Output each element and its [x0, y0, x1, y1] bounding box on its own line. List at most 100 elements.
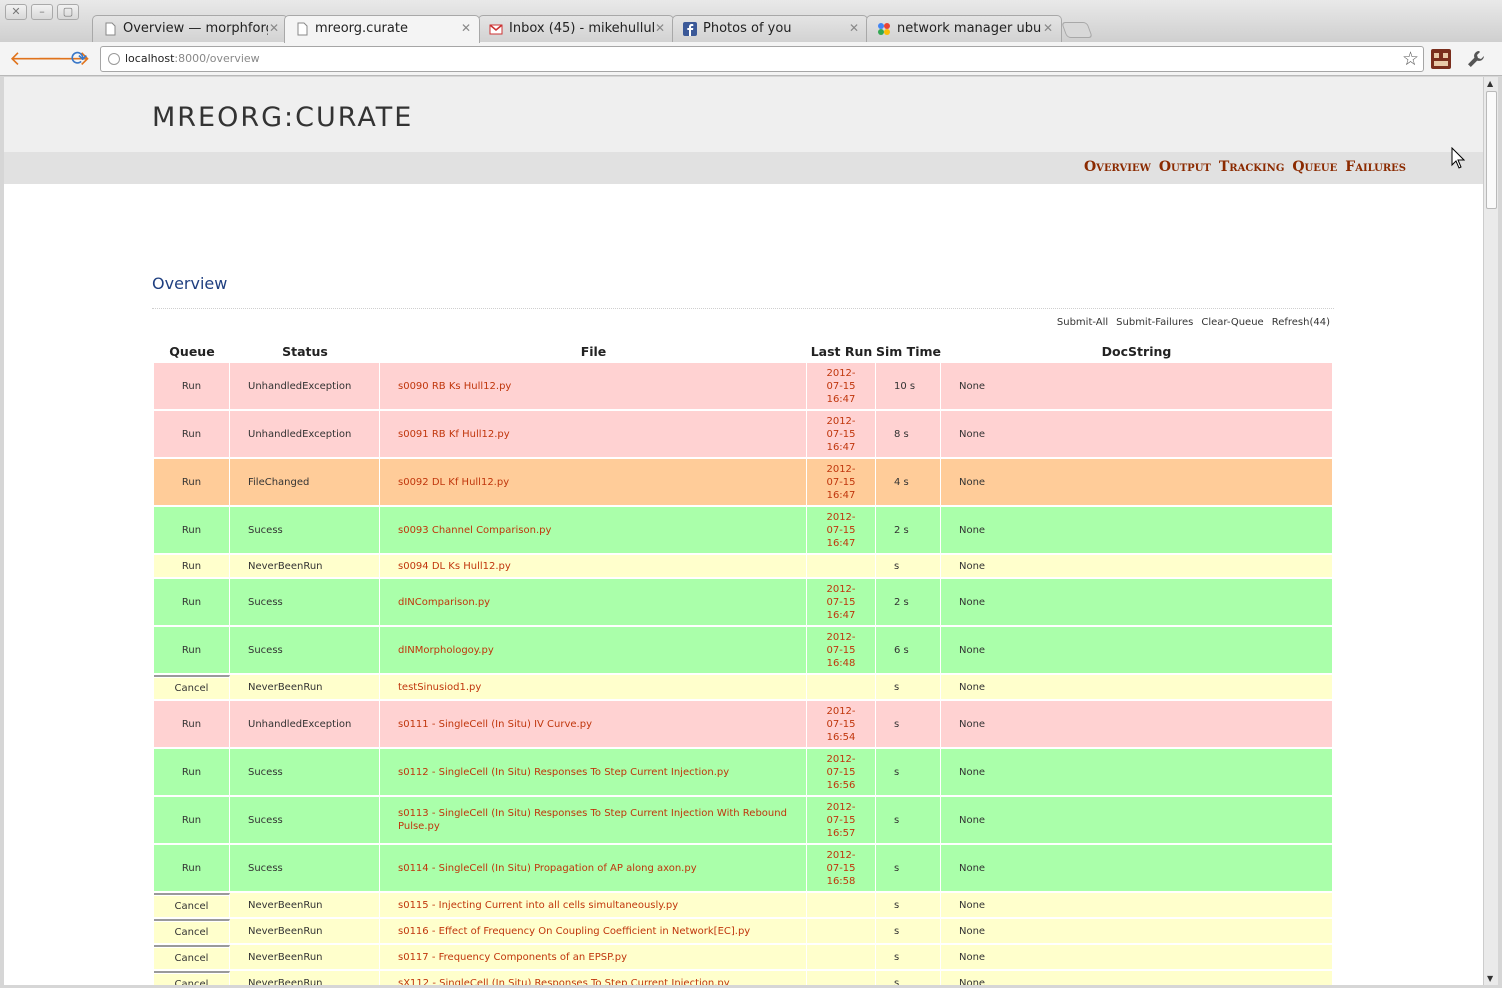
bookmark-star-icon[interactable]: ☆: [1402, 48, 1419, 70]
run-button[interactable]: Run: [154, 749, 230, 795]
tab-inbox[interactable]: Inbox (45) - mikehulluk ✕: [478, 15, 674, 42]
file-link[interactable]: s0116 - Effect of Frequency On Coupling …: [380, 919, 807, 943]
extension-icon[interactable]: [1431, 49, 1451, 69]
last-run-link[interactable]: [807, 971, 876, 985]
sim-time-cell: s: [876, 919, 941, 943]
last-run-link[interactable]: [807, 945, 876, 969]
table-row: Run FileChanged s0092 DL Kf Hull12.py 2012-…: [154, 459, 1332, 507]
file-link[interactable]: s0091 RB Kf Hull12.py: [380, 411, 807, 457]
file-link[interactable]: testSinusiod1.py: [380, 675, 807, 699]
status-cell: NeverBeenRun: [230, 971, 380, 985]
refresh-link[interactable]: Refresh(44): [1272, 317, 1330, 328]
tab-network-manager[interactable]: network manager ubuntu ✕: [866, 15, 1062, 42]
submit-failures-link[interactable]: Submit-Failures: [1116, 317, 1193, 328]
cancel-button[interactable]: Cancel: [154, 893, 230, 917]
run-button[interactable]: Run: [154, 363, 230, 409]
new-tab-button[interactable]: [1061, 22, 1093, 38]
status-cell: Sucess: [230, 797, 380, 843]
status-cell: UnhandledException: [230, 411, 380, 457]
address-bar[interactable]: localhost:8000/overview ☆: [100, 46, 1424, 72]
run-button[interactable]: Run: [154, 797, 230, 843]
nav-tracking[interactable]: Tracking: [1219, 159, 1285, 175]
run-button[interactable]: Run: [154, 579, 230, 625]
last-run-link[interactable]: [807, 893, 876, 917]
file-link[interactable]: dINMorphologoy.py: [380, 627, 807, 673]
page-viewport: MREORG:CURATE Overview Output Tracking Q…: [4, 77, 1483, 985]
run-button[interactable]: Run: [154, 627, 230, 673]
run-button[interactable]: Run: [154, 555, 230, 577]
vertical-scrollbar[interactable]: ▲ ▼: [1483, 77, 1498, 985]
run-button[interactable]: Run: [154, 845, 230, 891]
nav-output[interactable]: Output: [1159, 159, 1211, 175]
tab-overview-morphforge[interactable]: Overview — morphforge ✕: [92, 15, 288, 42]
window-close-button[interactable]: ✕: [5, 4, 27, 20]
file-link[interactable]: sX112 - SingleCell (In Situ) Responses T…: [380, 971, 807, 985]
file-link[interactable]: s0113 - SingleCell (In Situ) Responses T…: [380, 797, 807, 843]
nav-overview[interactable]: Overview: [1084, 159, 1151, 175]
file-link[interactable]: s0094 DL Ks Hull12.py: [380, 555, 807, 577]
clear-queue-link[interactable]: Clear-Queue: [1201, 317, 1263, 328]
run-button[interactable]: Run: [154, 459, 230, 505]
run-button[interactable]: Run: [154, 507, 230, 553]
file-link[interactable]: s0090 RB Ks Hull12.py: [380, 363, 807, 409]
file-link[interactable]: s0115 - Injecting Current into all cells…: [380, 893, 807, 917]
last-run-link[interactable]: 2012- 07-15 16:47: [807, 459, 876, 505]
last-run-link[interactable]: 2012- 07-15 16:47: [807, 363, 876, 409]
last-run-link[interactable]: [807, 555, 876, 577]
window-maximize-button[interactable]: ▢: [57, 4, 79, 20]
reload-button[interactable]: ⟳: [67, 47, 91, 71]
sim-time-cell: s: [876, 749, 941, 795]
tab-close-icon[interactable]: ✕: [269, 21, 279, 35]
docstring-cell: None: [959, 644, 986, 656]
cancel-button[interactable]: Cancel: [154, 945, 230, 969]
run-button[interactable]: Run: [154, 701, 230, 747]
submit-all-link[interactable]: Submit-All: [1057, 317, 1108, 328]
file-link[interactable]: s0093 Channel Comparison.py: [380, 507, 807, 553]
last-run-link[interactable]: 2012- 07-15 16:47: [807, 579, 876, 625]
scroll-up-icon[interactable]: ▲: [1487, 79, 1493, 88]
window-minimize-button[interactable]: –: [31, 4, 53, 20]
status-cell: NeverBeenRun: [230, 555, 380, 577]
file-link[interactable]: s0111 - SingleCell (In Situ) IV Curve.py: [380, 701, 807, 747]
status-cell: Sucess: [230, 507, 380, 553]
site-nav: Overview Output Tracking Queue Failures: [4, 152, 1483, 184]
status-cell: NeverBeenRun: [230, 945, 380, 969]
last-run-link[interactable]: 2012- 07-15 16:57: [807, 797, 876, 843]
tab-close-icon[interactable]: ✕: [849, 21, 859, 35]
last-run-link[interactable]: 2012- 07-15 16:47: [807, 411, 876, 457]
nav-queue[interactable]: Queue: [1292, 159, 1337, 175]
back-button[interactable]: 🡐: [9, 47, 63, 71]
last-run-link[interactable]: 2012- 07-15 16:58: [807, 845, 876, 891]
file-link[interactable]: dINComparison.py: [380, 579, 807, 625]
table-row: Run Sucess dINMorphologoy.py 2012- 07-15 16…: [154, 627, 1332, 675]
tab-photos[interactable]: Photos of you ✕: [672, 15, 868, 42]
last-run-link[interactable]: [807, 919, 876, 943]
header-file: File: [580, 344, 607, 359]
forward-button[interactable]: 🡒: [37, 47, 91, 71]
last-run-link[interactable]: 2012- 07-15 16:48: [807, 627, 876, 673]
docstring-cell: None: [959, 681, 986, 693]
last-run-link[interactable]: 2012- 07-15 16:56: [807, 749, 876, 795]
wrench-menu-icon[interactable]: [1466, 49, 1486, 69]
url-path: :8000/overview: [174, 52, 260, 65]
last-run-link[interactable]: 2012- 07-15 16:54: [807, 701, 876, 747]
nav-failures[interactable]: Failures: [1345, 159, 1406, 175]
cancel-button[interactable]: Cancel: [154, 675, 230, 699]
file-link[interactable]: s0112 - SingleCell (In Situ) Responses T…: [380, 749, 807, 795]
tab-close-icon[interactable]: ✕: [655, 21, 665, 35]
file-link[interactable]: s0114 - SingleCell (In Situ) Propagation…: [380, 845, 807, 891]
cancel-button[interactable]: Cancel: [154, 919, 230, 943]
last-run-link[interactable]: [807, 675, 876, 699]
last-run-link[interactable]: 2012- 07-15 16:47: [807, 507, 876, 553]
scrollbar-thumb[interactable]: [1486, 91, 1497, 209]
sim-time-cell: 6 s: [876, 627, 941, 673]
tab-close-icon[interactable]: ✕: [1043, 21, 1053, 35]
file-link[interactable]: s0092 DL Kf Hull12.py: [380, 459, 807, 505]
scroll-down-icon[interactable]: ▼: [1487, 974, 1493, 983]
run-button[interactable]: Run: [154, 411, 230, 457]
sim-time-cell: 10 s: [876, 363, 941, 409]
tab-mreorg-curate[interactable]: mreorg.curate ✕: [284, 15, 480, 43]
file-link[interactable]: s0117 - Frequency Components of an EPSP.…: [380, 945, 807, 969]
cancel-button[interactable]: Cancel: [154, 971, 230, 985]
tab-close-icon[interactable]: ✕: [461, 21, 471, 35]
